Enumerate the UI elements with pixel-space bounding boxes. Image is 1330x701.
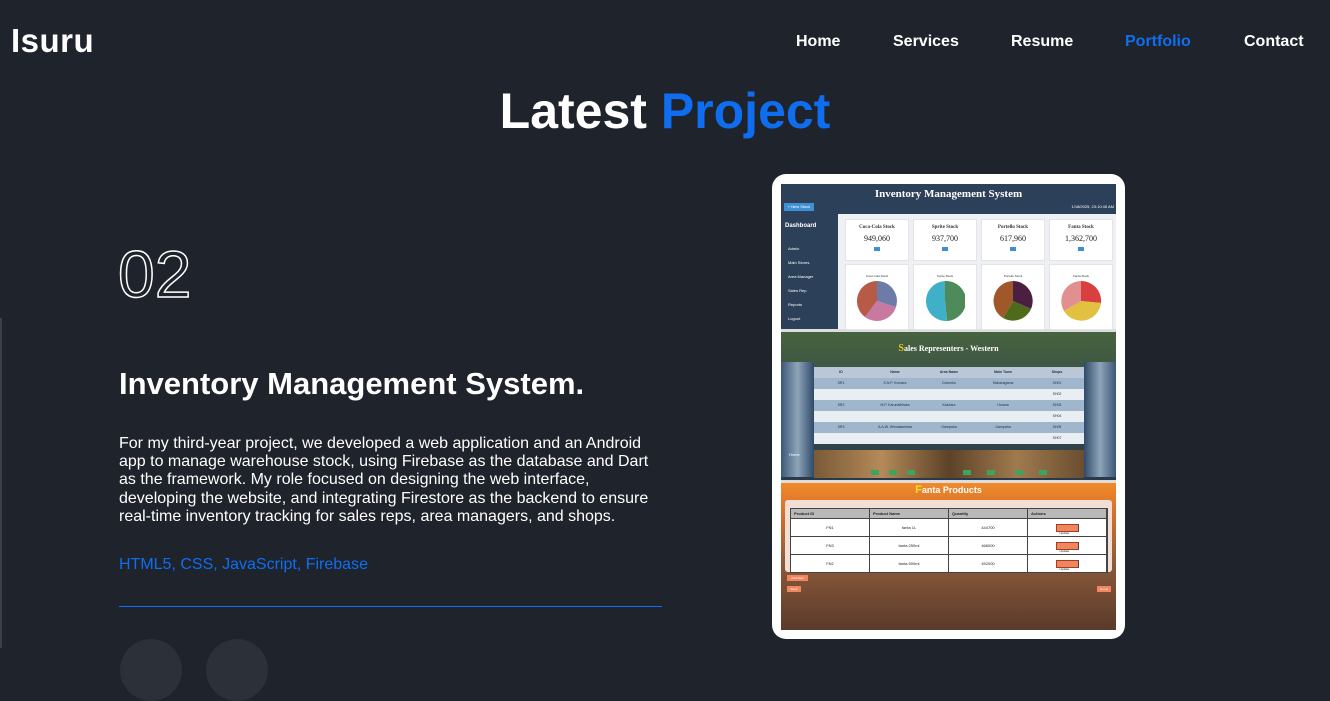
home-button: Home [1097,586,1111,592]
stock-card: Sprite Stock 937,700 [913,219,977,261]
sidebar-item: Sales Rep [788,288,807,293]
heading-accent: Project [660,83,831,139]
table-row: SH07 [814,433,1084,444]
pie-chart [925,281,965,321]
green-button [1039,470,1047,475]
stock-card: Portello Stock 617,960 [981,219,1045,261]
stock-card-value: 949,060 [864,234,890,243]
green-button [1015,470,1023,475]
dashboard-preview: Inventory Management System + New Stock … [781,184,1116,330]
project-tech-stack: HTML5, CSS, JavaScript, Firebase [119,556,368,573]
table-header: Product ID Product Name Quantity Actions [790,508,1108,519]
stock-card-value: 617,960 [1000,234,1026,243]
heading-text: Latest [499,83,647,139]
sidebar-item: Logout [788,316,801,321]
stock-icon [1078,247,1084,251]
dashboard-header: Inventory Management System + New Stock … [781,184,1116,214]
project-title: Inventory Management System. [119,366,585,401]
table-row: FN3 fanta 250ml 466000 Update [790,537,1108,555]
fanta-products-table: Product ID Product Name Quantity Actions FN… [790,508,1108,573]
warehouse-shelf-image [781,362,814,477]
sales-reps-home-button: Home [789,452,800,457]
github-link-button[interactable] [206,639,268,701]
pie-chart-label: Fanta Stock [1072,274,1089,278]
table-header: ID Name Area Name Main Town Shops [814,367,1084,378]
new-stock-button: + New Stock [784,203,814,211]
back-button: Back [787,586,801,592]
project-divider [119,606,662,607]
project-description: For my third-year project, we developed … [119,435,649,525]
table-row: FN1 fanta 1L 444700 Update [790,519,1108,537]
dashboard-date: 1/18/2025, 23:10:45 AM [1071,204,1114,209]
pie-chart [993,281,1033,321]
fanta-products-title: Fanta Products [915,484,982,496]
stock-card-value: 937,700 [932,234,958,243]
sales-reps-table: ID Name Area Name Main Town Shops SR1 S.N.P. … [814,367,1084,444]
pie-chart-card: Coca Cola Stock [845,264,909,330]
sidebar-item: Area Manager [788,274,814,279]
left-edge-divider [0,318,2,648]
table-row: SH04 [814,411,1084,422]
stock-icon [1010,247,1016,251]
add-new-button: Add New [787,575,808,581]
stock-icon [874,247,880,251]
green-button [871,470,879,475]
nav-resume[interactable]: Resume [1011,33,1073,51]
green-button [963,470,971,475]
main-nav: Home Services Resume Portfolio Contact [0,33,1330,53]
stock-card: Fanta Stock 1,362,700 [1049,219,1113,261]
green-button [907,470,915,475]
pie-chart-label: Coca Cola Stock [865,274,889,278]
stock-card-label: Sprite Stock [931,225,959,230]
dashboard-sidebar: Dashboard Admin Main Stores Area Manager… [781,214,838,329]
nav-services[interactable]: Services [893,33,959,51]
fanta-products-preview: Fanta Products Product ID Product Name Qua… [781,483,1116,630]
nav-contact[interactable]: Contact [1244,33,1304,51]
green-button [889,470,897,475]
sidebar-title: Dashboard [785,223,817,229]
live-link-button[interactable] [120,639,182,701]
sidebar-item: Admin [788,246,800,251]
sales-reps-title: Sales Representers - Western [898,343,999,354]
pie-chart-label: Sprite Stock [936,274,954,278]
stock-card-label: Coca-Cola Stock [859,225,895,230]
pie-chart-label: Portello Stock [1003,274,1023,278]
nav-portfolio[interactable]: Portfolio [1125,33,1191,51]
update-button: Update [1055,523,1079,535]
stock-card-label: Portello Stock [997,225,1029,230]
sidebar-item: Main Stores [788,260,810,265]
pie-chart-card: Sprite Stock [913,264,977,330]
pie-chart [1061,281,1101,321]
table-row: FN2 fanta 500ml 452000 Update [790,555,1108,573]
green-button [987,470,995,475]
sidebar-item: Reports [788,302,803,307]
fanta-products-panel: Product ID Product Name Quantity Actions FN… [785,500,1112,573]
stock-icon [942,247,948,251]
pie-chart-card: Fanta Stock [1049,264,1113,330]
stock-card-value: 1,362,700 [1065,234,1097,243]
dashboard-title: Inventory Management System [874,188,1023,200]
stock-card-label: Fanta Stock [1068,225,1094,230]
update-button: Update [1055,559,1079,571]
table-row: SR1 S.N.P. Kumara Colombo Maharagama SH01 [814,378,1084,389]
table-row: SR2 M.P. Karunathilaka Kalutara Horana SH03 [814,400,1084,411]
pie-chart [857,281,897,321]
sales-reps-preview: Sales Representers - Western ID Name Area … [781,332,1116,480]
nav-home[interactable]: Home [796,33,840,51]
project-screenshot: Inventory Management System + New Stock … [781,184,1116,630]
stock-card: Coca-Cola Stock 949,060 [845,219,909,261]
table-row: SR3 A.A.W. Wimalasekara Gampaha Gampaha SH05 [814,422,1084,433]
update-button: Update [1055,541,1079,553]
project-number: 02 [117,236,192,312]
warehouse-shelf-image [1084,362,1116,477]
pie-chart-card: Portello Stock [981,264,1045,330]
table-row: SH02 [814,389,1084,400]
section-heading: Latest Project [0,82,1330,140]
